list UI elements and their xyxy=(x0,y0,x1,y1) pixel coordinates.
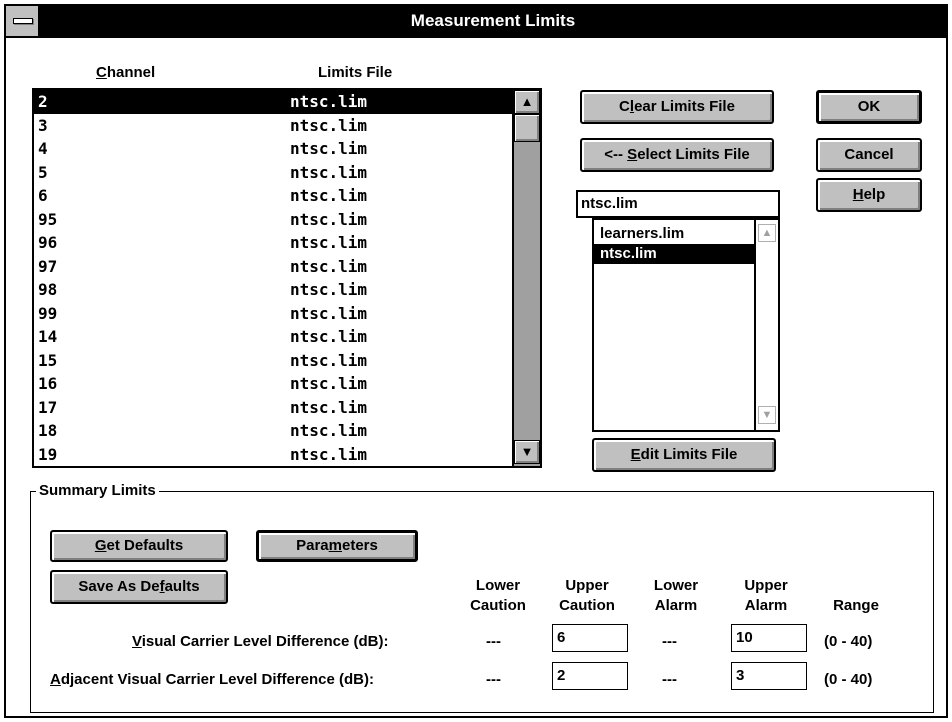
lower-caution-value: --- xyxy=(486,671,501,688)
limits-file-name: ntsc.lim xyxy=(290,444,368,464)
limits-file-name: ntsc.lim xyxy=(290,350,368,370)
limits-file-name: ntsc.lim xyxy=(290,374,368,393)
channel-number: 6 xyxy=(38,186,48,205)
channel-column-header: Channel xyxy=(96,64,156,81)
upper-caution-input[interactable]: 2 xyxy=(552,662,628,690)
list-item[interactable]: 15 ntsc.lim xyxy=(34,349,512,373)
limits-file-column-header: Limits File xyxy=(318,64,393,81)
limits-file-name: ntsc.lim xyxy=(290,233,368,252)
list-item[interactable]: 14 ntsc.lim xyxy=(34,325,512,349)
limits-file-option[interactable]: ntsc.lim xyxy=(594,244,754,264)
limits-file-name: ntsc.lim xyxy=(290,115,368,135)
limits-file-name: ntsc.lim xyxy=(290,162,368,182)
limits-file-scrollbar[interactable]: ▲ ▼ xyxy=(754,220,778,430)
channel-number: 14 xyxy=(38,327,58,346)
list-item[interactable]: 6 ntsc.lim xyxy=(34,184,512,208)
list-item[interactable]: 95 ntsc.lim xyxy=(34,208,512,232)
list-item[interactable]: 16 ntsc.lim xyxy=(34,372,512,396)
up-arrow-icon[interactable]: ▲ xyxy=(758,224,776,242)
list-item[interactable]: 2 ntsc.lim xyxy=(34,90,512,114)
window-title: Measurement Limits xyxy=(410,11,576,30)
down-arrow-icon[interactable]: ▼ xyxy=(758,406,776,424)
channel-number: 18 xyxy=(38,421,58,440)
lower-alarm-header: Lower Alarm xyxy=(653,577,699,614)
lower-alarm-value: --- xyxy=(662,633,677,650)
parameters-button[interactable]: Parameters xyxy=(256,530,418,562)
channel-number: 97 xyxy=(38,256,58,276)
channel-number: 95 xyxy=(38,209,58,229)
list-item[interactable]: 3 ntsc.lim xyxy=(34,114,512,138)
list-item[interactable]: 97 ntsc.lim xyxy=(34,255,512,279)
limits-file-name: ntsc.lim xyxy=(290,421,368,440)
limits-file-name: ntsc.lim xyxy=(290,186,368,205)
limits-file-name: ntsc.lim xyxy=(290,280,368,299)
channel-list-scrollbar[interactable]: ▲ ▼ xyxy=(512,90,540,466)
channel-rows: 2 ntsc.lim 3 ntsc.lim 4 ntsc.lim 5 ntsc.lim 6 nts… xyxy=(34,90,512,466)
limits-file-name: ntsc.lim xyxy=(290,397,368,417)
adjacent-visual-carrier-level-difference-label: Adjacent Visual Carrier Level Difference… xyxy=(50,671,375,688)
lower-alarm-value: --- xyxy=(662,671,677,688)
scroll-thumb[interactable] xyxy=(514,114,540,142)
list-item[interactable]: 99 ntsc.lim xyxy=(34,302,512,326)
limits-file-name: ntsc.lim xyxy=(290,92,368,111)
cancel-button[interactable]: Cancel xyxy=(816,138,922,172)
ok-button[interactable]: OK xyxy=(816,90,922,124)
upper-alarm-input[interactable]: 3 xyxy=(731,662,807,690)
channel-listbox[interactable]: 2 ntsc.lim 3 ntsc.lim 4 ntsc.lim 5 ntsc.lim 6 nts… xyxy=(32,88,542,468)
edit-limits-file-button[interactable]: Edit Limits File xyxy=(592,438,776,472)
list-item[interactable]: 17 ntsc.lim xyxy=(34,396,512,420)
range-value: (0 - 40) xyxy=(824,671,873,688)
visual-carrier-level-difference-label: Visual Carrier Level Difference (dB): xyxy=(132,633,389,650)
list-item[interactable]: 18 ntsc.lim xyxy=(34,419,512,443)
upper-alarm-header: Upper Alarm xyxy=(744,577,788,614)
limits-file-input[interactable]: ntsc.lim xyxy=(576,190,780,218)
channel-number: 99 xyxy=(38,303,58,323)
upper-caution-input[interactable]: 6 xyxy=(552,624,628,652)
limits-file-option[interactable]: learners.lim xyxy=(594,224,754,244)
save-as-defaults-button[interactable]: Save As Defaults xyxy=(50,570,228,604)
range-header: Range xyxy=(833,597,879,614)
channel-number: 96 xyxy=(38,233,58,252)
list-item[interactable]: 19 ntsc.lim xyxy=(34,443,512,467)
channel-number: 5 xyxy=(38,162,48,182)
channel-number: 3 xyxy=(38,115,48,135)
limits-file-name: ntsc.lim xyxy=(290,139,368,158)
down-arrow-icon[interactable]: ▼ xyxy=(514,440,540,464)
up-arrow-icon[interactable]: ▲ xyxy=(514,90,540,114)
title-bar[interactable]: Measurement Limits xyxy=(6,6,946,38)
list-item[interactable]: 5 ntsc.lim xyxy=(34,161,512,185)
upper-alarm-input[interactable]: 10 xyxy=(731,624,807,652)
limits-file-name: ntsc.lim xyxy=(290,327,368,346)
limits-file-name: ntsc.lim xyxy=(290,303,368,323)
channel-number: 2 xyxy=(38,92,48,111)
clear-limits-file-button[interactable]: Clear Limits File xyxy=(580,90,774,124)
help-button[interactable]: Help xyxy=(816,178,922,212)
range-value: (0 - 40) xyxy=(824,633,873,650)
system-menu-icon[interactable] xyxy=(6,6,40,36)
get-defaults-button[interactable]: Get Defaults xyxy=(50,530,228,562)
list-item[interactable]: 4 ntsc.lim xyxy=(34,137,512,161)
channel-number: 15 xyxy=(38,350,58,370)
channel-number: 19 xyxy=(38,444,58,464)
limits-file-name: ntsc.lim xyxy=(290,256,368,276)
measurement-limits-dialog: Measurement Limits Channel Limits File 2… xyxy=(4,4,948,718)
lower-caution-header: Lower Caution xyxy=(470,577,526,614)
list-item[interactable]: 98 ntsc.lim xyxy=(34,278,512,302)
select-limits-file-button[interactable]: <-- Select Limits File xyxy=(580,138,774,172)
lower-caution-value: --- xyxy=(486,633,501,650)
summary-limits-label: Summary Limits xyxy=(36,482,159,499)
list-item[interactable]: 96 ntsc.lim xyxy=(34,231,512,255)
limits-file-name: ntsc.lim xyxy=(290,209,368,229)
limits-file-listbox[interactable]: learners.lim ntsc.lim ▲ ▼ xyxy=(592,218,780,432)
upper-caution-header: Upper Caution xyxy=(559,577,615,614)
channel-number: 4 xyxy=(38,139,48,158)
channel-number: 16 xyxy=(38,374,58,393)
channel-number: 98 xyxy=(38,280,58,299)
channel-number: 17 xyxy=(38,397,58,417)
